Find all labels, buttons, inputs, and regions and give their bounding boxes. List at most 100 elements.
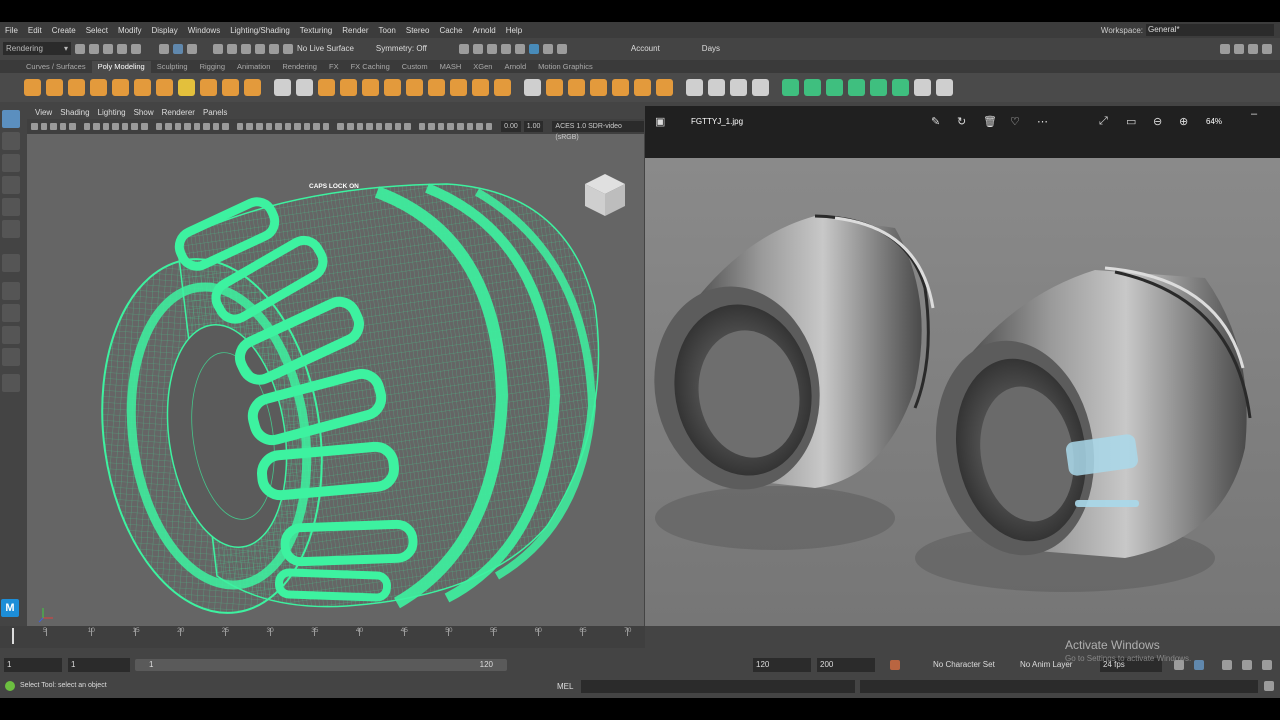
- rotate-icon[interactable]: ↻: [957, 115, 966, 128]
- workspace-selector[interactable]: Workspace: General*: [1101, 24, 1274, 36]
- shelf-tool-icon[interactable]: [708, 79, 725, 96]
- zoom-search-icon[interactable]: [2, 374, 20, 392]
- shelf-tool-icon[interactable]: [362, 79, 379, 96]
- shelf-tool-icon[interactable]: [568, 79, 585, 96]
- undo-icon[interactable]: [117, 43, 127, 54]
- menu-help[interactable]: Help: [501, 26, 527, 35]
- shelf-tool-icon[interactable]: [546, 79, 563, 96]
- script-editor-icon[interactable]: [1264, 681, 1274, 691]
- single-pane-icon[interactable]: [2, 282, 20, 300]
- ipr-render-icon[interactable]: [486, 43, 497, 54]
- select-component-icon[interactable]: [187, 43, 197, 54]
- two-pane-icon[interactable]: [2, 326, 20, 344]
- shelf-tool-icon[interactable]: [656, 79, 673, 96]
- shelf-tool-icon[interactable]: [634, 79, 651, 96]
- outliner-pane-icon[interactable]: [2, 348, 20, 366]
- play-icon[interactable]: [542, 43, 553, 54]
- new-scene-icon[interactable]: [75, 43, 85, 54]
- character-set-dropdown[interactable]: No Character Set: [930, 658, 1010, 672]
- shelf-tool-icon[interactable]: [590, 79, 607, 96]
- hypershade-icon[interactable]: [514, 43, 525, 54]
- shelf-tool-icon[interactable]: [200, 79, 217, 96]
- delete-icon[interactable]: 🗑: [983, 115, 997, 128]
- four-pane-icon[interactable]: [2, 304, 20, 322]
- auto-key-icon[interactable]: [890, 660, 900, 670]
- redo-icon[interactable]: [131, 43, 141, 54]
- end-frame-field[interactable]: 120: [753, 658, 811, 672]
- shelf-tool-icon[interactable]: [752, 79, 769, 96]
- shelf-tool-icon[interactable]: [826, 79, 843, 96]
- save-scene-icon[interactable]: [103, 43, 113, 54]
- shelf-tool-icon[interactable]: [134, 79, 151, 96]
- workspace-dropdown[interactable]: General*: [1146, 24, 1274, 36]
- shelf-tool-icon[interactable]: [892, 79, 909, 96]
- current-time-marker[interactable]: [12, 628, 14, 644]
- shelf-tool-icon[interactable]: [90, 79, 107, 96]
- shelf-tool-icon[interactable]: [686, 79, 703, 96]
- shelf-tool-icon[interactable]: [848, 79, 865, 96]
- menu-create[interactable]: Create: [47, 26, 81, 35]
- shelf-tool-icon[interactable]: [178, 79, 195, 96]
- lasso-tool-icon[interactable]: [2, 132, 20, 150]
- shelf-tool-icon[interactable]: [318, 79, 335, 96]
- snap-surface-icon[interactable]: [269, 43, 279, 54]
- shelf-tab-arnold[interactable]: Arnold: [498, 61, 532, 73]
- more-icon[interactable]: ⋯: [1037, 115, 1048, 128]
- menu-modify[interactable]: Modify: [113, 26, 147, 35]
- time-slider[interactable]: 5 10 15 20 25 30 35 40 45 50 55 60 65 70: [0, 626, 645, 648]
- shelf-tool-icon[interactable]: [46, 79, 63, 96]
- shelf-tool-icon[interactable]: [274, 79, 291, 96]
- zoom-in-icon[interactable]: ⊕: [1179, 115, 1188, 128]
- rotate-tool-icon[interactable]: [2, 198, 20, 216]
- shelf-tool-icon[interactable]: [340, 79, 357, 96]
- scale-tool-icon[interactable]: [2, 220, 20, 238]
- menu-lighting-shading[interactable]: Lighting/Shading: [225, 26, 295, 35]
- select-hierarchy-icon[interactable]: [159, 43, 169, 54]
- channel-box-icon[interactable]: [1262, 43, 1272, 54]
- shelf-tab-sculpting[interactable]: Sculpting: [151, 61, 194, 73]
- tool-settings-icon[interactable]: [1248, 43, 1258, 54]
- shelf-tool-icon[interactable]: [244, 79, 261, 96]
- symmetry-dropdown[interactable]: Symmetry: Off: [376, 44, 427, 53]
- menu-edit[interactable]: Edit: [23, 26, 47, 35]
- speed-icon[interactable]: [1222, 660, 1232, 670]
- snap-point-icon[interactable]: [241, 43, 251, 54]
- axis-icon[interactable]: [2, 254, 20, 272]
- shelf-tool-icon[interactable]: [494, 79, 511, 96]
- anim-end-field[interactable]: 200: [817, 658, 875, 672]
- menu-select[interactable]: Select: [81, 26, 113, 35]
- shelf-tab-xgen[interactable]: XGen: [467, 61, 498, 73]
- menuset-dropdown[interactable]: Rendering ▾: [3, 42, 71, 55]
- shelf-tool-icon[interactable]: [730, 79, 747, 96]
- shelf-tool-icon[interactable]: [936, 79, 953, 96]
- edit-image-icon[interactable]: ✎: [931, 115, 940, 128]
- shelf-tool-icon[interactable]: [384, 79, 401, 96]
- shelf-tab-motion-graphics[interactable]: Motion Graphics: [532, 61, 599, 73]
- shelf-tool-icon[interactable]: [156, 79, 173, 96]
- shelf-tab-fx-caching[interactable]: FX Caching: [345, 61, 396, 73]
- current-frame-field[interactable]: 1: [68, 658, 130, 672]
- modeling-toolkit-icon[interactable]: [1220, 43, 1230, 54]
- start-frame-field[interactable]: 1: [4, 658, 62, 672]
- account-button[interactable]: Account: [631, 44, 660, 53]
- move-tool-icon[interactable]: [2, 176, 20, 194]
- pause-icon[interactable]: [556, 43, 567, 54]
- magnet-icon[interactable]: [283, 43, 293, 54]
- viewport-panel[interactable]: View Shading Lighting Show Renderer Panels 0.…: [27, 106, 644, 626]
- shelf-tab-fx[interactable]: FX: [323, 61, 345, 73]
- shelf-tool-icon[interactable]: [24, 79, 41, 96]
- menu-windows[interactable]: Windows: [183, 26, 225, 35]
- attribute-editor-icon[interactable]: [1234, 43, 1244, 54]
- shelf-tool-icon[interactable]: [68, 79, 85, 96]
- sound-icon[interactable]: [1194, 660, 1204, 670]
- live-surface-field[interactable]: No Live Surface: [297, 44, 354, 53]
- menu-cache[interactable]: Cache: [434, 26, 467, 35]
- shelf-tab-rendering[interactable]: Rendering: [276, 61, 323, 73]
- shelf-tab-curves-surfaces[interactable]: Curves / Surfaces: [20, 61, 92, 73]
- arnold-render-icon[interactable]: [528, 43, 539, 54]
- shelf-tool-icon[interactable]: [782, 79, 799, 96]
- render-view-icon[interactable]: [458, 43, 469, 54]
- menu-display[interactable]: Display: [147, 26, 183, 35]
- shelf-tool-icon[interactable]: [804, 79, 821, 96]
- snap-curve-icon[interactable]: [227, 43, 237, 54]
